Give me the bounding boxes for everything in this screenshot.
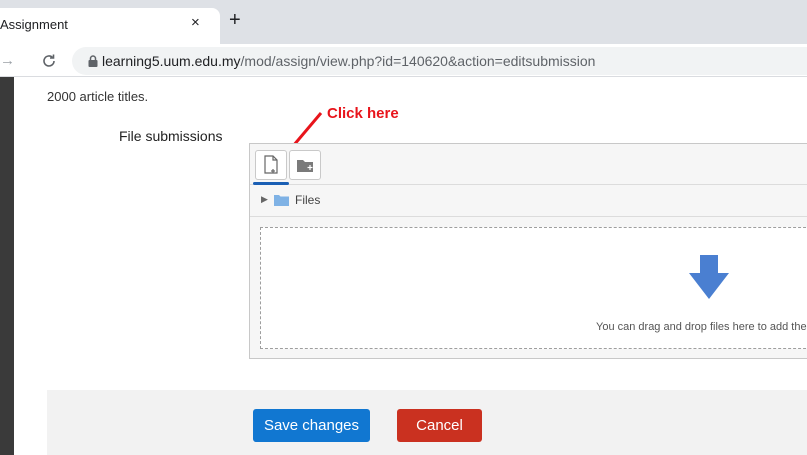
cancel-button[interactable]: Cancel — [397, 409, 482, 442]
browser-tabstrip: Assignment × + — [0, 0, 807, 44]
file-path-bar: ▶ Files — [250, 185, 807, 217]
new-tab-icon[interactable]: + — [229, 10, 241, 30]
page-content: 2000 article titles. File submissions Cl… — [0, 77, 807, 455]
file-manager: ▶ Files You can drag and drop files here… — [249, 143, 807, 359]
url-text: learning5.uum.edu.my/mod/assign/view.php… — [102, 53, 595, 69]
file-manager-toolbar — [250, 144, 807, 185]
address-bar[interactable]: learning5.uum.edu.my/mod/assign/view.php… — [72, 47, 807, 75]
lock-icon — [88, 55, 98, 67]
form-actions: Save changes Cancel — [47, 390, 807, 455]
create-folder-icon — [297, 160, 313, 172]
file-drop-zone[interactable]: You can drag and drop files here to add … — [260, 227, 807, 349]
tab-title: Assignment — [0, 17, 68, 32]
add-file-icon — [264, 155, 278, 174]
file-submissions-label: File submissions — [119, 128, 223, 144]
browser-tab[interactable]: Assignment × — [0, 8, 220, 44]
browser-toolbar: → learning5.uum.edu.my/mod/assign/view.p… — [0, 44, 807, 77]
url-host: learning5.uum.edu.my — [102, 53, 241, 69]
forward-icon[interactable]: → — [0, 52, 15, 69]
drop-zone-text: You can drag and drop files here to add … — [596, 321, 807, 333]
files-path-label[interactable]: Files — [295, 193, 320, 207]
tab-close-icon[interactable]: × — [191, 14, 200, 31]
folder-icon — [274, 195, 289, 206]
drop-arrow-icon — [689, 255, 729, 299]
expand-caret-icon[interactable]: ▶ — [261, 194, 268, 205]
intro-text: 2000 article titles. — [47, 89, 149, 104]
reload-icon[interactable] — [40, 52, 58, 70]
add-file-button[interactable] — [255, 150, 287, 180]
left-dark-edge — [0, 77, 14, 455]
save-changes-button[interactable]: Save changes — [253, 409, 370, 442]
click-here-annotation: Click here — [327, 105, 399, 122]
url-path: /mod/assign/view.php?id=140620&action=ed… — [240, 53, 596, 69]
create-folder-button[interactable] — [289, 150, 321, 180]
